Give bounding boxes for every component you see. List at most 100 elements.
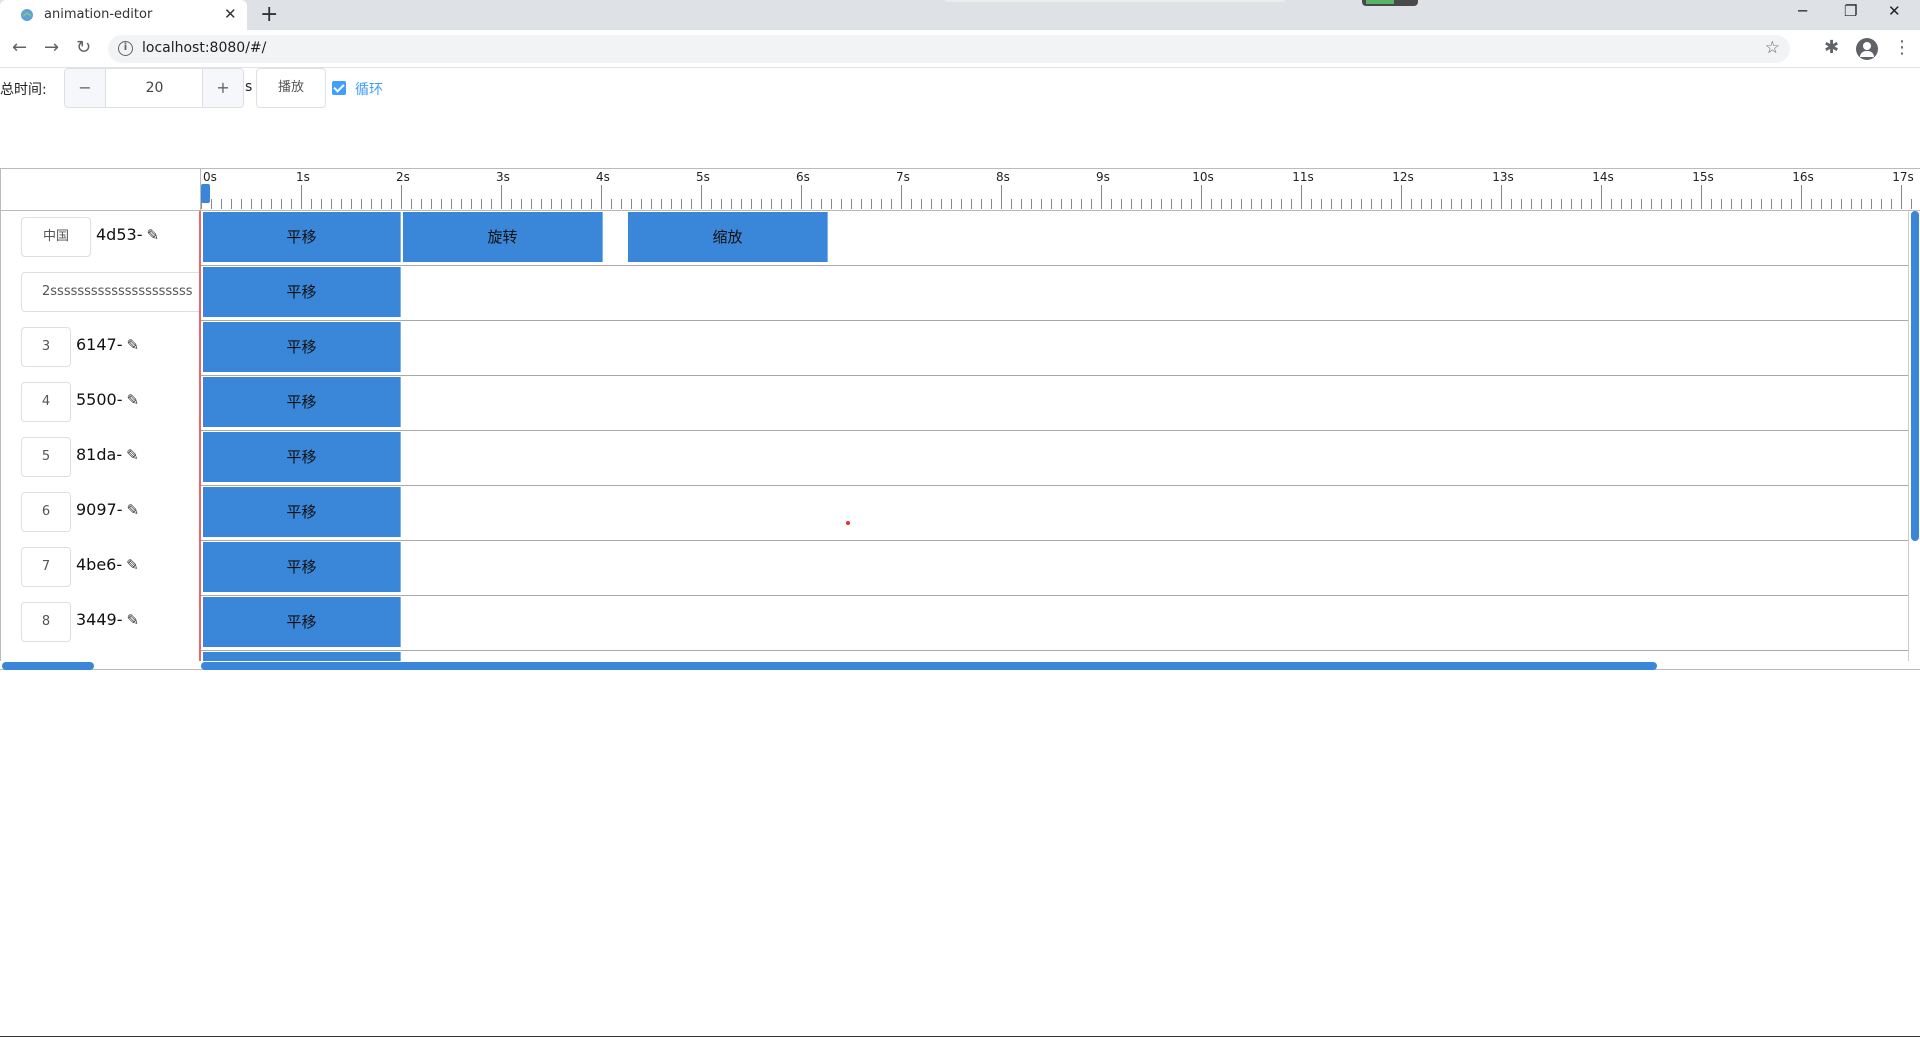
animation-clip[interactable]: 平移	[203, 542, 401, 592]
play-button[interactable]: 播放	[256, 68, 326, 108]
track-header-scroll-thumb[interactable]	[2, 662, 94, 670]
decrease-button[interactable]: −	[65, 69, 106, 107]
total-time-label: 总时间:	[0, 82, 47, 98]
animation-clip[interactable]: 缩放	[628, 212, 828, 262]
new-tab-button[interactable]: +	[260, 2, 278, 27]
profile-avatar[interactable]	[1856, 38, 1878, 60]
track-name-text: 5500-	[76, 390, 123, 409]
track-input[interactable]: 2sssssssssssssssssssss	[21, 272, 199, 312]
pencil-icon[interactable]: ✎	[146, 226, 159, 244]
track-name-text: 4d53-	[96, 225, 143, 244]
track-name: 4be6- ✎	[76, 555, 139, 574]
bookmark-star-icon[interactable]: ☆	[1765, 38, 1780, 58]
duration-input[interactable]	[107, 69, 202, 107]
increase-button[interactable]: +	[202, 69, 243, 107]
tab-title: animation-editor	[44, 7, 153, 22]
duration-unit: s	[245, 79, 253, 95]
track-header: 8 3449- ✎	[0, 596, 201, 651]
track-name-text: 4be6-	[76, 555, 123, 574]
browser-tab[interactable]: animation-editor ✕	[0, 0, 247, 30]
track-name-text: 3449-	[76, 610, 123, 629]
ruler-tick-label: 3s	[496, 170, 510, 184]
ruler-tick-label: 16s	[1792, 170, 1814, 184]
track-input[interactable]: 7	[21, 547, 71, 587]
track-name-text: 6147-	[76, 335, 123, 354]
ruler-tick-label: 4s	[596, 170, 610, 184]
animation-clip[interactable]: 平移	[203, 487, 401, 537]
minimize-button[interactable]: ─	[1798, 2, 1807, 20]
pencil-icon[interactable]: ✎	[127, 336, 140, 354]
ruler-tick-label: 14s	[1592, 170, 1614, 184]
loop-label[interactable]: 循环	[355, 79, 383, 99]
tab-close-icon[interactable]: ✕	[224, 5, 237, 23]
pencil-icon[interactable]: ✎	[126, 446, 139, 464]
pencil-icon[interactable]: ✎	[127, 391, 140, 409]
battery-indicator	[1362, 0, 1418, 6]
info-icon[interactable]: i	[118, 41, 133, 56]
reload-icon[interactable]: ↻	[76, 37, 91, 58]
ruler-tick-label: 7s	[896, 170, 910, 184]
animation-clip[interactable]: 平移	[203, 267, 401, 317]
track-name: 6147- ✎	[76, 335, 139, 354]
track-input[interactable]: 6	[21, 492, 71, 532]
animation-clip[interactable]: 平移	[203, 212, 401, 262]
pencil-icon[interactable]: ✎	[126, 556, 139, 574]
track-header: 6 9097- ✎	[0, 486, 201, 541]
track-row: 5 81da- ✎ 平移	[0, 431, 1908, 486]
close-window-button[interactable]: ✕	[1888, 2, 1901, 20]
animation-clip[interactable]: 旋转	[403, 212, 603, 262]
vue-logo-icon	[21, 9, 33, 21]
vertical-scroll-thumb[interactable]	[1911, 211, 1919, 541]
ruler-tick-label: 5s	[696, 170, 710, 184]
tab-strip-highlight	[945, 0, 1285, 2]
extensions-icon[interactable]: ✱	[1824, 37, 1839, 58]
track-name: 81da- ✎	[76, 445, 139, 464]
ruler-tick-label: 0s	[203, 170, 217, 184]
ruler-tick-label: 10s	[1192, 170, 1214, 184]
animation-clip[interactable]	[203, 652, 401, 661]
animation-clip[interactable]: 平移	[203, 322, 401, 372]
animation-clip[interactable]: 平移	[203, 377, 401, 427]
ruler-tick-label: 13s	[1492, 170, 1514, 184]
track-list: 中国 4d53- ✎ 平移 旋转 缩放 2sssssssssssssssssssss 平移 3 6…	[0, 211, 1920, 661]
duration-stepper[interactable]: − +	[64, 68, 244, 108]
track-input[interactable]: 8	[21, 602, 71, 642]
track-row: 4 5500- ✎ 平移	[0, 376, 1908, 431]
track-name-text: 81da-	[76, 445, 123, 464]
track-input[interactable]: 4	[21, 382, 71, 422]
track-row: 3 6147- ✎ 平移	[0, 321, 1908, 376]
checkbox-checked-icon[interactable]	[332, 81, 346, 95]
url-text[interactable]: localhost:8080/#/	[142, 40, 266, 56]
track-row: 中国 4d53- ✎ 平移 旋转 缩放	[0, 211, 1908, 266]
ruler-tick-label: 11s	[1292, 170, 1314, 184]
omnibox[interactable]: i localhost:8080/#/ ☆	[108, 35, 1790, 63]
track-input[interactable]: 5	[21, 437, 71, 477]
track-header: 5 81da- ✎	[0, 431, 201, 486]
track-row-partial	[0, 651, 1908, 661]
track-name-text: 9097-	[76, 500, 123, 519]
ruler-tick-label: 2s	[396, 170, 410, 184]
playhead-handle[interactable]	[201, 184, 210, 203]
animation-clip[interactable]: 平移	[203, 432, 401, 482]
menu-icon[interactable]: ⋮	[1893, 37, 1911, 58]
restore-button[interactable]: ❐	[1844, 2, 1857, 20]
pencil-icon[interactable]: ✎	[127, 501, 140, 519]
time-ruler[interactable]: 0s 1s 2s 3s 4s 5s 6s 7s 8s 9s 10s 11s 12s 13s 14s 15s 16…	[201, 169, 1920, 211]
track-input[interactable]: 中国	[21, 217, 91, 257]
ruler-corner	[0, 169, 201, 211]
track-name: 5500- ✎	[76, 390, 139, 409]
forward-icon[interactable]: →	[44, 37, 59, 58]
track-name: 3449- ✎	[76, 610, 139, 629]
timeline-scroll-thumb[interactable]	[201, 662, 1657, 670]
track-header: 中国 4d53- ✎	[0, 211, 201, 266]
back-icon[interactable]: ←	[12, 37, 27, 58]
ruler-ticks: 0s 1s 2s 3s 4s 5s 6s 7s 8s 9s 10s 11s 12s 13s 14s 15s 16…	[201, 170, 1914, 209]
editor-toolbar: 总时间: − + s 播放 循环	[0, 68, 1920, 112]
animation-clip[interactable]: 平移	[203, 597, 401, 647]
ruler-tick-label: 8s	[996, 170, 1010, 184]
ruler-tick-label: 9s	[1096, 170, 1110, 184]
pencil-icon[interactable]: ✎	[127, 611, 140, 629]
vertical-scrollbar[interactable]	[1908, 211, 1920, 661]
track-input[interactable]: 3	[21, 327, 71, 367]
ruler-tick-label: 1s	[296, 170, 310, 184]
